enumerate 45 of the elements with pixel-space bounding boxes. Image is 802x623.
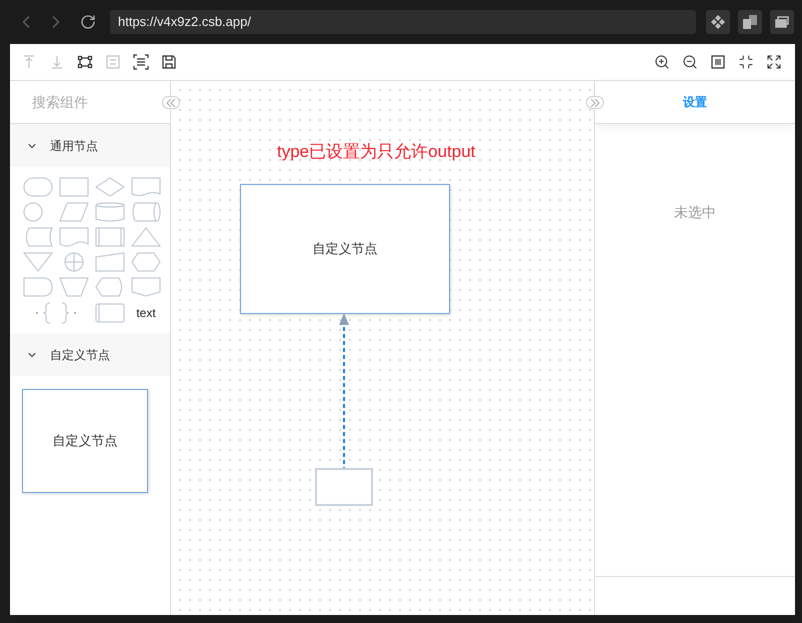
shape-node-item[interactable] <box>95 202 125 222</box>
shape-node-item[interactable] <box>23 177 53 197</box>
shape-node-item[interactable] <box>131 177 161 197</box>
section-header[interactable]: 通用节点 <box>10 124 170 167</box>
shape-node-item[interactable] <box>95 177 125 197</box>
shape-node-item[interactable] <box>131 252 161 272</box>
shape-node-item[interactable] <box>131 277 161 297</box>
shape-node-item[interactable] <box>23 227 53 247</box>
shape-node-item[interactable] <box>59 277 89 297</box>
braces-node-item[interactable] <box>34 302 78 324</box>
shape-node-item[interactable] <box>131 202 161 222</box>
zoom-out-icon[interactable] <box>682 54 698 70</box>
windows-icon[interactable] <box>770 10 794 34</box>
canvas-note: type已设置为只允许output <box>277 141 476 163</box>
text-node-item[interactable]: text <box>136 304 156 322</box>
shape-node-item[interactable] <box>23 252 53 272</box>
save-icon[interactable] <box>161 54 177 70</box>
search-field[interactable]: 搜索组件 <box>10 81 170 124</box>
custom-node[interactable]: 自定义节点 <box>240 184 450 314</box>
custom-node-item[interactable]: 自定义节点 <box>22 389 148 493</box>
shape-node-item[interactable] <box>131 227 161 247</box>
shape-node-item[interactable] <box>95 277 125 297</box>
url-field[interactable]: https://v4x9z2.csb.app/ <box>110 10 696 34</box>
dashed-edge[interactable] <box>338 313 350 468</box>
fullscreen-icon[interactable] <box>766 54 782 70</box>
zoom-in-icon[interactable] <box>654 54 670 70</box>
reload-icon[interactable] <box>80 14 96 30</box>
shape-node-item[interactable] <box>23 277 53 297</box>
collapse-right-handle[interactable] <box>586 96 604 109</box>
shape-node-item[interactable] <box>95 303 125 323</box>
shape-node-item[interactable] <box>59 177 89 197</box>
shape-node-item[interactable] <box>59 202 89 222</box>
rect-node[interactable] <box>315 468 373 506</box>
shape-node-item[interactable] <box>59 227 89 247</box>
empty-state-text: 未选中 <box>674 203 716 222</box>
shape-node-item[interactable] <box>95 252 125 272</box>
section-header[interactable]: 自定义节点 <box>10 333 170 376</box>
collapse-left-handle[interactable] <box>162 96 180 109</box>
shape-node-item[interactable] <box>95 227 125 247</box>
selection-icon[interactable] <box>77 54 93 70</box>
collapse-icon[interactable] <box>738 54 754 70</box>
copy-icon[interactable] <box>738 10 762 34</box>
actual-size-icon[interactable] <box>710 54 726 70</box>
fit-view-icon[interactable] <box>133 54 149 70</box>
diamond-grid-icon[interactable] <box>706 10 730 34</box>
